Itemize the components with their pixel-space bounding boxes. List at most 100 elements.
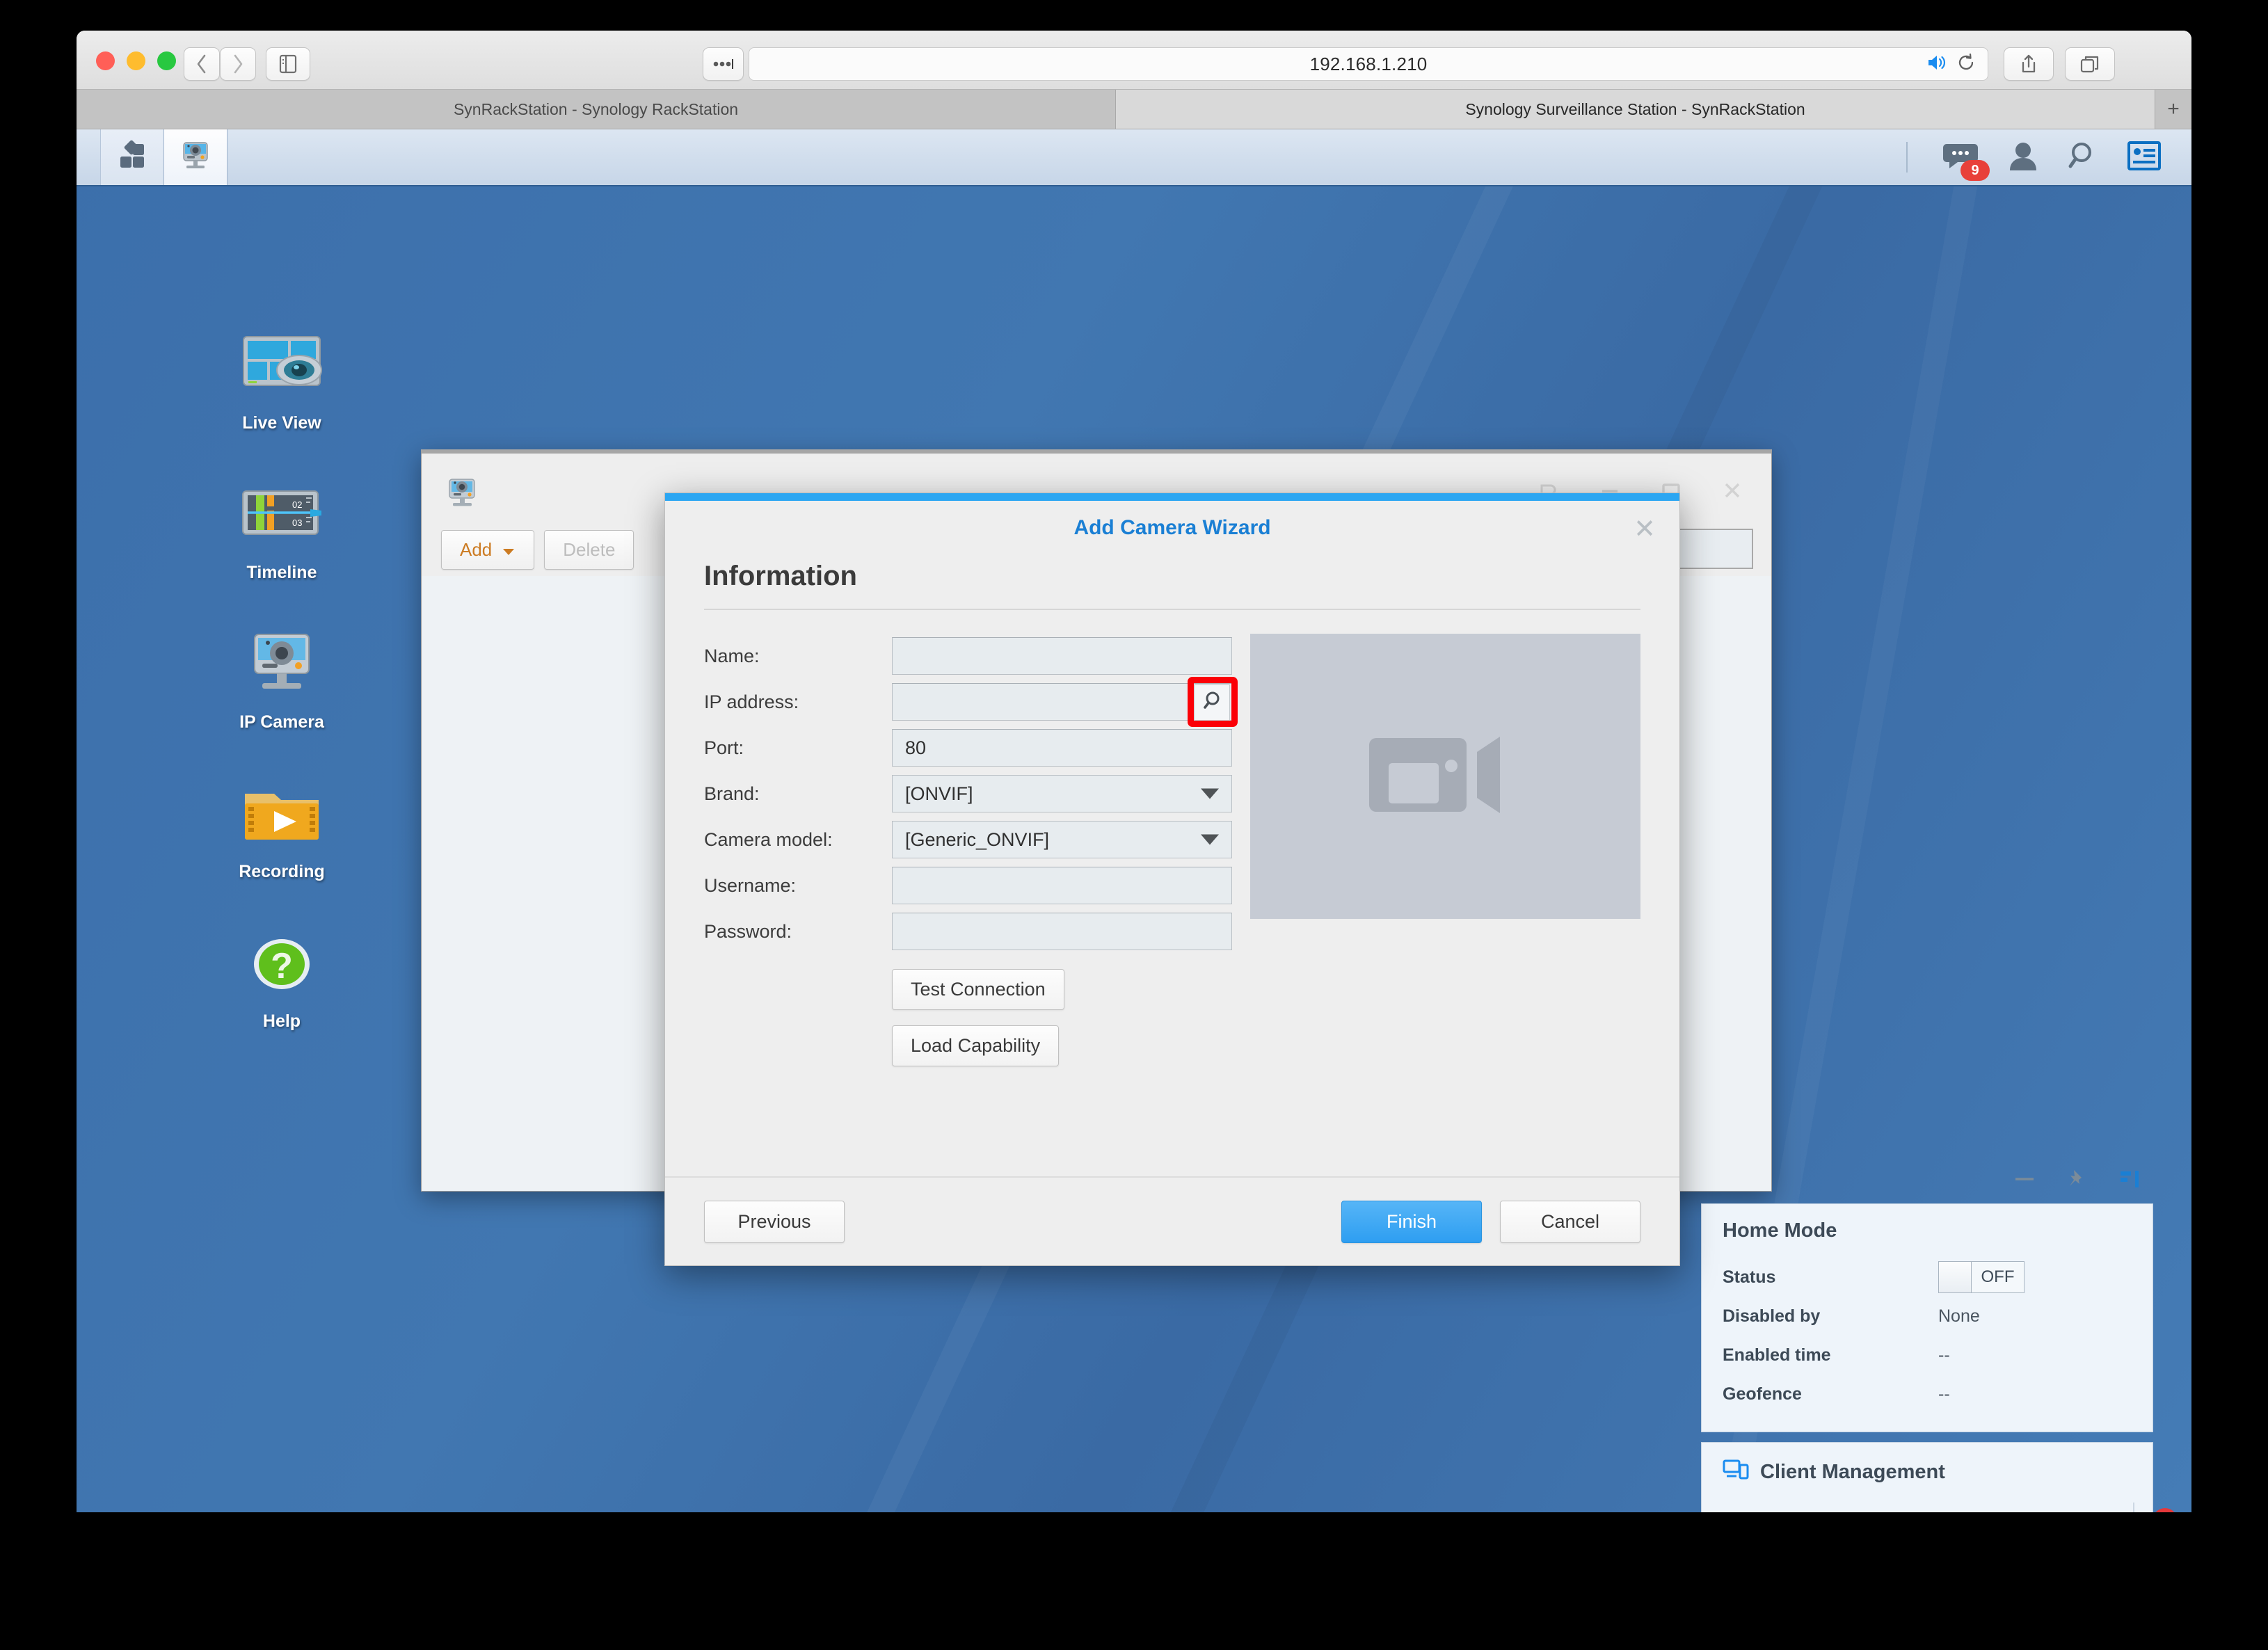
finish-button[interactable]: Finish — [1341, 1201, 1482, 1243]
dialog-title: Add Camera Wizard — [1073, 516, 1270, 540]
share-icon[interactable] — [2004, 47, 2054, 81]
home-mode-status-row: Status OFF — [1723, 1258, 2132, 1297]
tray-divider — [1906, 142, 1908, 173]
desktop-icon-ip-camera[interactable]: IP Camera — [205, 623, 358, 732]
camera-form: Name: IP address: — [704, 634, 1232, 1066]
close-icon[interactable] — [1721, 479, 1743, 504]
live-view-icon — [205, 324, 358, 408]
row-value: -- — [1938, 1384, 1950, 1404]
widget-dock: Home Mode Status OFF Disabled by None E — [1701, 1158, 2153, 1512]
delete-camera-button[interactable]: Delete — [544, 530, 634, 570]
user-menu-button[interactable] — [2008, 140, 2038, 175]
client-row-divider — [2133, 1503, 2134, 1512]
search-icon — [1201, 690, 1222, 716]
dock-icon[interactable] — [2118, 1169, 2141, 1193]
address-bar[interactable]: 192.168.1.210 — [749, 47, 1988, 81]
reload-icon[interactable] — [1957, 53, 1975, 76]
home-mode-geofence-row: Geofence -- — [1723, 1375, 2132, 1413]
client-type: Browser — [1840, 1511, 1998, 1513]
video-camera-placeholder-icon — [1362, 723, 1529, 831]
row-value: None — [1938, 1306, 1980, 1327]
taskbar-app-menu-button[interactable] — [101, 129, 164, 185]
home-mode-disabled-by-row: Disabled by None — [1723, 1297, 2132, 1336]
home-mode-title: Home Mode — [1723, 1219, 2132, 1242]
notifications-button[interactable]: 9 — [1942, 140, 1979, 175]
chevron-down-icon — [502, 539, 516, 561]
camera-model-select[interactable]: [Generic_ONVIF] — [892, 821, 1232, 858]
username-input[interactable] — [892, 867, 1232, 904]
close-window-button[interactable] — [96, 51, 115, 70]
tab-label: SynRackStation - Synology RackStation — [454, 100, 738, 119]
brand-select[interactable]: [ONVIF] — [892, 775, 1232, 812]
toggle-state-label: OFF — [1972, 1262, 2024, 1292]
form-row-camera-model: Camera model: [Generic_ONVIF] — [704, 817, 1232, 862]
field-label: IP address: — [704, 691, 892, 713]
previous-button[interactable]: Previous — [704, 1201, 845, 1243]
search-button[interactable] — [2068, 140, 2098, 175]
delete-button-label: Delete — [563, 539, 615, 561]
form-row-username: Username: — [704, 863, 1232, 908]
home-mode-widget: Home Mode Status OFF Disabled by None E — [1701, 1203, 2153, 1432]
address-bar-actions — [1926, 48, 1975, 80]
name-input[interactable] — [892, 637, 1232, 675]
maximize-window-button[interactable] — [157, 51, 176, 70]
load-capability-button[interactable]: Load Capability — [892, 1025, 1059, 1066]
browser-tab-1[interactable]: Synology Surveillance Station - SynRackS… — [1116, 90, 2155, 129]
surveillance-station-icon — [178, 138, 213, 177]
home-mode-toggle[interactable]: OFF — [1938, 1261, 2025, 1293]
ip-address-input[interactable] — [892, 683, 1232, 721]
field-label: Camera model: — [704, 829, 892, 851]
ip-search-button[interactable] — [1194, 684, 1230, 721]
dialog-content: Name: IP address: — [665, 610, 1679, 1066]
desktop-icon-list: Live View 02 03 — [205, 324, 358, 1072]
desktop-icon-label: Timeline — [205, 563, 358, 583]
minimize-window-button[interactable] — [127, 51, 145, 70]
client-user: admin — [1723, 1511, 1840, 1513]
minimize-icon[interactable] — [2013, 1172, 2036, 1190]
desktop-icon-recording[interactable]: Recording — [205, 773, 358, 882]
search-icon — [2068, 163, 2098, 175]
browser-tab-0[interactable]: SynRackStation - Synology RackStation — [77, 90, 1116, 129]
back-chevron-icon[interactable] — [184, 47, 220, 81]
camera-preview-placeholder — [1250, 634, 1640, 919]
sidebar-toggle-icon[interactable] — [266, 47, 310, 81]
svg-text:?: ? — [271, 946, 293, 986]
field-label: Port: — [704, 737, 892, 759]
add-button-label: Add — [460, 539, 492, 561]
ip-camera-toolbar: Add Delete — [441, 530, 634, 570]
test-connection-button[interactable]: Test Connection — [892, 969, 1064, 1010]
cancel-button[interactable]: Cancel — [1500, 1201, 1640, 1243]
password-input[interactable] — [892, 913, 1232, 950]
form-row-ip-address: IP address: — [704, 680, 1232, 724]
widgets-icon — [2127, 161, 2161, 173]
browser-tab-bar: SynRackStation - Synology RackStation Sy… — [77, 90, 2191, 129]
show-tabs-icon[interactable] — [2065, 47, 2115, 81]
dialog-accent-bar — [665, 493, 1679, 501]
form-row-name: Name: — [704, 634, 1232, 678]
client-management-title-wrap: Client Management — [1723, 1458, 2132, 1486]
desktop-icon-timeline[interactable]: 02 03 Timeline — [205, 474, 358, 583]
chevron-down-icon — [1201, 835, 1219, 845]
widgets-button[interactable] — [2127, 141, 2161, 174]
close-icon[interactable]: ✕ — [1634, 516, 1656, 543]
audio-playing-icon[interactable] — [1926, 54, 1947, 75]
scroll-up-icon[interactable] — [2101, 1511, 2122, 1513]
browser-toolbar: 192.168.1.210 — [77, 31, 2191, 90]
forward-chevron-icon[interactable] — [220, 47, 256, 81]
taskbar-surveillance-station-button[interactable] — [164, 129, 227, 185]
timeline-icon: 02 03 — [205, 474, 358, 557]
window-traffic-lights[interactable] — [96, 51, 176, 70]
port-input[interactable]: 80 — [892, 729, 1232, 767]
pin-icon[interactable] — [2067, 1168, 2088, 1194]
desktop-icon-help[interactable]: ? Help — [205, 922, 358, 1032]
camera-model-value: [Generic_ONVIF] — [905, 829, 1049, 851]
add-camera-button[interactable]: Add — [441, 530, 534, 570]
desktop-icon-live-view[interactable]: Live View — [205, 324, 358, 433]
new-tab-button[interactable]: + — [2155, 90, 2191, 129]
brand-value: [ONVIF] — [905, 783, 973, 805]
more-dots-icon[interactable] — [703, 47, 744, 81]
field-label: Name: — [704, 646, 892, 667]
app-menu-icon — [116, 140, 148, 175]
form-row-port: Port: 80 — [704, 726, 1232, 770]
desktop-icon-label: Live View — [205, 413, 358, 433]
